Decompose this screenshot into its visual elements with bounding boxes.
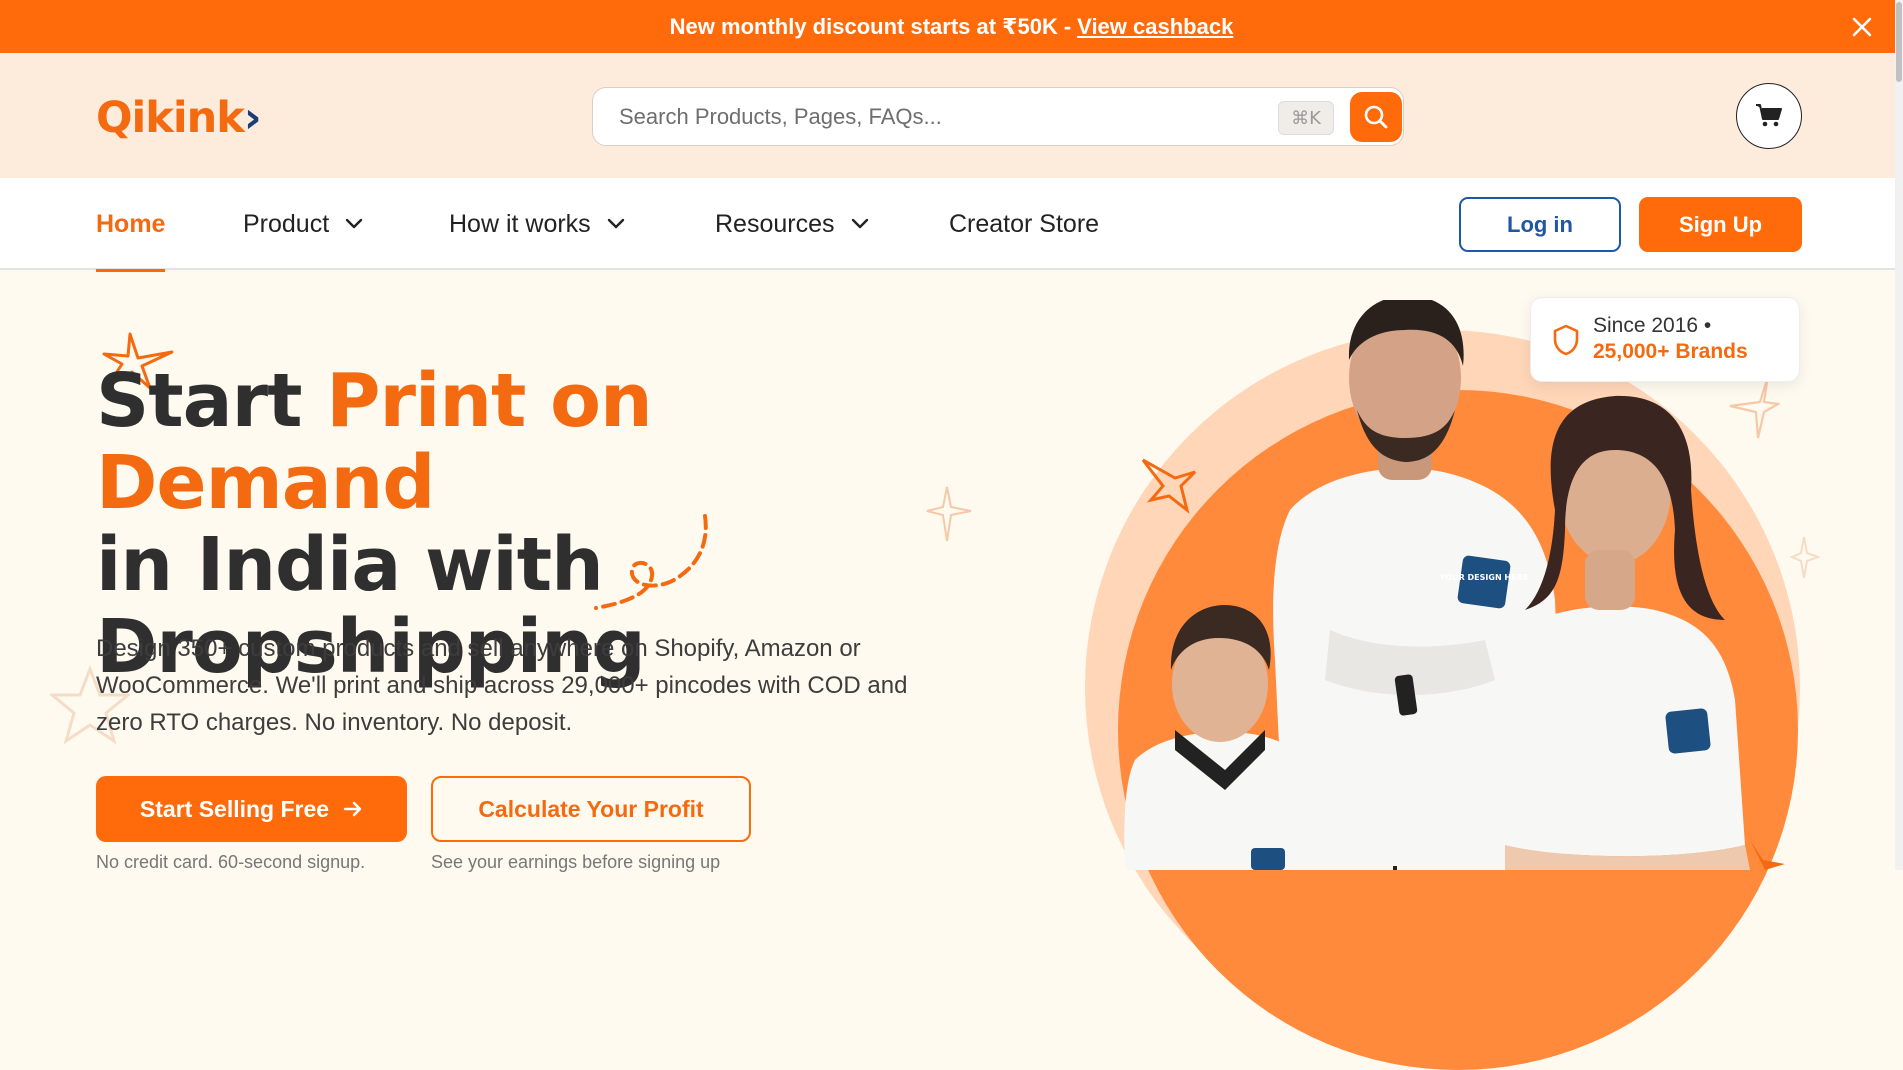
- models-wearing-tshirts-image: YOUR DESIGN HERE: [1124, 300, 1785, 870]
- search-button[interactable]: [1350, 92, 1402, 142]
- cart-button[interactable]: [1736, 83, 1802, 149]
- nav-creator-store-label: Creator Store: [949, 209, 1100, 238]
- hero-title-start: Start: [96, 358, 302, 444]
- view-cashback-link[interactable]: View cashback: [1077, 14, 1233, 40]
- main-nav: Home Product How it works Resources Crea…: [0, 178, 1895, 272]
- sparkle-decoration-icon: [1750, 840, 1785, 870]
- sparkle-decoration-icon: [1141, 458, 1197, 514]
- signup-button[interactable]: Sign Up: [1639, 197, 1802, 252]
- shield-icon: [1553, 324, 1579, 356]
- promo-banner: New monthly discount starts at ₹50K - Vi…: [0, 0, 1903, 53]
- nav-product[interactable]: Product: [243, 178, 363, 270]
- search-icon: [1364, 105, 1388, 129]
- woman-figure: [1495, 395, 1750, 870]
- chevron-down-icon: [851, 218, 868, 229]
- since-2016-badge: Since 2016 • 25,000+ Brands: [1530, 297, 1800, 382]
- nav-how-it-works-label: How it works: [449, 209, 591, 238]
- page-scrollbar[interactable]: [1895, 0, 1903, 870]
- nav-how-it-works[interactable]: How it works: [449, 178, 625, 270]
- hero-title-line2: in India with: [96, 522, 604, 608]
- close-icon[interactable]: [1847, 12, 1877, 42]
- promo-text: New monthly discount starts at ₹50K: [669, 13, 1058, 39]
- design-print-patch: [1665, 708, 1711, 754]
- nav-creator-store[interactable]: Creator Store: [949, 178, 1099, 270]
- qikink-logo[interactable]: Qikink›: [96, 93, 262, 143]
- scrollbar-thumb[interactable]: [1896, 2, 1902, 82]
- badge-line2: 25,000+ Brands: [1593, 340, 1748, 363]
- arrow-right-icon: [343, 801, 362, 817]
- keyboard-shortcut-hint: ⌘K: [1278, 101, 1334, 135]
- login-button[interactable]: Log in: [1459, 197, 1621, 252]
- search-input[interactable]: [617, 88, 1217, 145]
- site-header: Qikink› ⌘K: [0, 53, 1895, 178]
- chevron-down-icon: [607, 218, 624, 229]
- cart-icon: [1756, 104, 1782, 127]
- design-print-label: YOUR DESIGN HERE: [1439, 573, 1528, 582]
- calculate-profit-button[interactable]: Calculate Your Profit: [431, 776, 751, 842]
- nav-resources-label: Resources: [715, 209, 835, 238]
- badge-line1: Since 2016 •: [1593, 314, 1712, 337]
- nav-resources[interactable]: Resources: [715, 178, 869, 270]
- start-selling-button[interactable]: Start Selling Free: [96, 776, 407, 842]
- promo-separator: -: [1063, 13, 1072, 39]
- chevron-down-icon: [345, 218, 363, 229]
- nav-home[interactable]: Home: [96, 178, 166, 272]
- start-selling-label: Start Selling Free: [139, 795, 330, 822]
- nav-product-label: Product: [243, 209, 330, 238]
- search-bar: ⌘K: [592, 87, 1404, 146]
- hero-description: Design 350+ custom products and sell any…: [96, 635, 908, 736]
- logo-text: Qikink: [96, 93, 245, 143]
- logo-chevron-icon: ›: [243, 93, 262, 143]
- nav-home-label: Home: [96, 209, 166, 238]
